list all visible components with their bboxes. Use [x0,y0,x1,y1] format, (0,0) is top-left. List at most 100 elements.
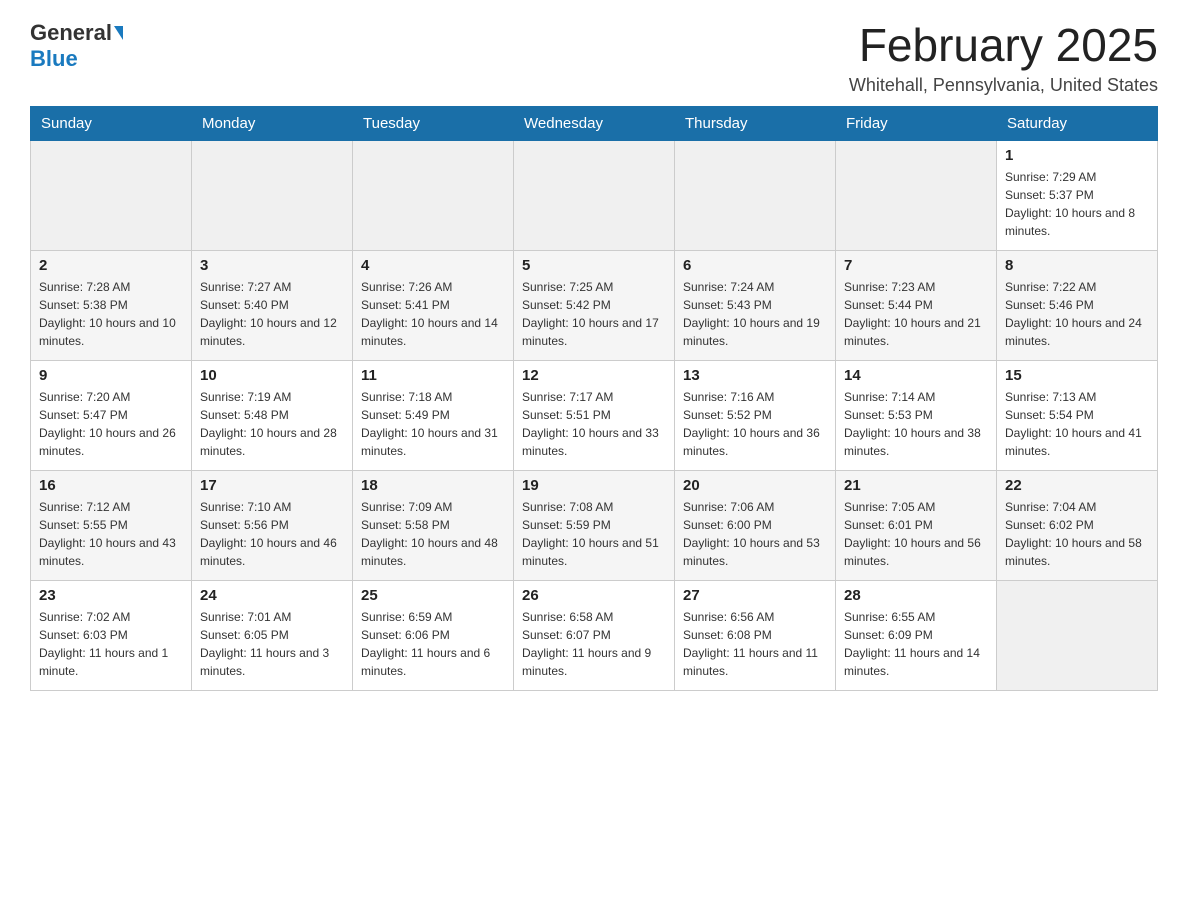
sunset-text: Sunset: 5:54 PM [1005,406,1149,424]
day-info: Sunrise: 7:13 AMSunset: 5:54 PMDaylight:… [1005,388,1149,460]
sunset-text: Sunset: 6:01 PM [844,516,988,534]
day-info: Sunrise: 7:26 AMSunset: 5:41 PMDaylight:… [361,278,505,350]
sunrise-text: Sunrise: 6:55 AM [844,608,988,626]
sunrise-text: Sunrise: 7:16 AM [683,388,827,406]
day-info: Sunrise: 6:56 AMSunset: 6:08 PMDaylight:… [683,608,827,680]
day-number: 1 [1005,147,1149,164]
day-info: Sunrise: 6:58 AMSunset: 6:07 PMDaylight:… [522,608,666,680]
day-number: 23 [39,587,183,604]
day-number: 2 [39,257,183,274]
calendar-cell: 24Sunrise: 7:01 AMSunset: 6:05 PMDayligh… [192,580,353,690]
sunrise-text: Sunrise: 7:08 AM [522,498,666,516]
calendar-cell: 1 Sunrise: 7:29 AMSunset: 5:37 PMDaylight… [997,140,1158,250]
day-number: 7 [844,257,988,274]
day-number: 16 [39,477,183,494]
day-number: 5 [522,257,666,274]
sunset-text: Sunset: 5:41 PM [361,296,505,314]
day-number: 6 [683,257,827,274]
location-title: Whitehall, Pennsylvania, United States [849,75,1158,96]
sunset-text: Sunset: 6:03 PM [39,626,183,644]
calendar-cell [31,140,192,250]
calendar-cell: 28Sunrise: 6:55 AMSunset: 6:09 PMDayligh… [836,580,997,690]
sunrise-text: Sunrise: 7:29 AM [1005,168,1149,186]
calendar-cell: 5 Sunrise: 7:25 AMSunset: 5:42 PMDaylight… [514,250,675,360]
day-info: Sunrise: 7:23 AMSunset: 5:44 PMDaylight:… [844,278,988,350]
sunrise-text: Sunrise: 7:28 AM [39,278,183,296]
sunset-text: Sunset: 5:51 PM [522,406,666,424]
sunrise-text: Sunrise: 6:58 AM [522,608,666,626]
calendar-week-row: 23 Sunrise: 7:02 AMSunset: 6:03 PMDayligh… [31,580,1158,690]
sunset-text: Sunset: 6:07 PM [522,626,666,644]
calendar-cell: 19 Sunrise: 7:08 AMSunset: 5:59 PMDayligh… [514,470,675,580]
day-info: Sunrise: 7:08 AMSunset: 5:59 PMDaylight:… [522,498,666,570]
daylight-text: Daylight: 10 hours and 12 minutes. [200,314,344,350]
calendar-body: 1 Sunrise: 7:29 AMSunset: 5:37 PMDaylight… [31,140,1158,690]
daylight-text: Daylight: 10 hours and 31 minutes. [361,424,505,460]
day-info: Sunrise: 7:29 AMSunset: 5:37 PMDaylight:… [1005,168,1149,240]
daylight-text: Daylight: 10 hours and 21 minutes. [844,314,988,350]
day-number: 25 [361,587,505,604]
day-number: 22 [1005,477,1149,494]
sunrise-text: Sunrise: 7:14 AM [844,388,988,406]
daylight-text: Daylight: 10 hours and 41 minutes. [1005,424,1149,460]
daylight-text: Daylight: 11 hours and 1 minute. [39,644,183,680]
daylight-text: Daylight: 10 hours and 58 minutes. [1005,534,1149,570]
day-of-week-header: Saturday [997,106,1158,140]
daylight-text: Daylight: 10 hours and 33 minutes. [522,424,666,460]
day-info: Sunrise: 7:10 AMSunset: 5:56 PMDaylight:… [200,498,344,570]
sunrise-text: Sunrise: 7:06 AM [683,498,827,516]
day-number: 9 [39,367,183,384]
sunrise-text: Sunrise: 7:05 AM [844,498,988,516]
day-info: Sunrise: 7:22 AMSunset: 5:46 PMDaylight:… [1005,278,1149,350]
logo-triangle-icon [114,26,123,40]
daylight-text: Daylight: 10 hours and 46 minutes. [200,534,344,570]
day-of-week-header: Sunday [31,106,192,140]
sunrise-text: Sunrise: 6:56 AM [683,608,827,626]
day-number: 8 [1005,257,1149,274]
day-info: Sunrise: 7:09 AMSunset: 5:58 PMDaylight:… [361,498,505,570]
day-info: Sunrise: 7:27 AMSunset: 5:40 PMDaylight:… [200,278,344,350]
calendar-cell [997,580,1158,690]
sunrise-text: Sunrise: 7:18 AM [361,388,505,406]
sunrise-text: Sunrise: 7:10 AM [200,498,344,516]
calendar-cell: 17Sunrise: 7:10 AMSunset: 5:56 PMDayligh… [192,470,353,580]
day-info: Sunrise: 7:02 AMSunset: 6:03 PMDaylight:… [39,608,183,680]
day-info: Sunrise: 7:01 AMSunset: 6:05 PMDaylight:… [200,608,344,680]
calendar-cell: 12Sunrise: 7:17 AMSunset: 5:51 PMDayligh… [514,360,675,470]
sunset-text: Sunset: 5:44 PM [844,296,988,314]
sunset-text: Sunset: 6:08 PM [683,626,827,644]
day-info: Sunrise: 6:59 AMSunset: 6:06 PMDaylight:… [361,608,505,680]
calendar-week-row: 2Sunrise: 7:28 AMSunset: 5:38 PMDaylight… [31,250,1158,360]
day-info: Sunrise: 7:05 AMSunset: 6:01 PMDaylight:… [844,498,988,570]
calendar-cell: 27Sunrise: 6:56 AMSunset: 6:08 PMDayligh… [675,580,836,690]
calendar-cell: 15 Sunrise: 7:13 AMSunset: 5:54 PMDayligh… [997,360,1158,470]
day-of-week-header: Friday [836,106,997,140]
sunset-text: Sunset: 5:55 PM [39,516,183,534]
day-info: Sunrise: 7:24 AMSunset: 5:43 PMDaylight:… [683,278,827,350]
sunrise-text: Sunrise: 7:19 AM [200,388,344,406]
day-number: 13 [683,367,827,384]
calendar-week-row: 16 Sunrise: 7:12 AMSunset: 5:55 PMDayligh… [31,470,1158,580]
calendar-week-row: 1 Sunrise: 7:29 AMSunset: 5:37 PMDaylight… [31,140,1158,250]
calendar-week-row: 9Sunrise: 7:20 AMSunset: 5:47 PMDaylight… [31,360,1158,470]
calendar-cell [675,140,836,250]
day-info: Sunrise: 7:25 AMSunset: 5:42 PMDaylight:… [522,278,666,350]
calendar-cell: 4Sunrise: 7:26 AMSunset: 5:41 PMDaylight… [353,250,514,360]
sunset-text: Sunset: 5:59 PM [522,516,666,534]
sunrise-text: Sunrise: 7:01 AM [200,608,344,626]
day-info: Sunrise: 7:18 AMSunset: 5:49 PMDaylight:… [361,388,505,460]
day-number: 15 [1005,367,1149,384]
calendar-cell: 18Sunrise: 7:09 AMSunset: 5:58 PMDayligh… [353,470,514,580]
daylight-text: Daylight: 10 hours and 56 minutes. [844,534,988,570]
calendar-cell: 20Sunrise: 7:06 AMSunset: 6:00 PMDayligh… [675,470,836,580]
sunrise-text: Sunrise: 7:13 AM [1005,388,1149,406]
calendar-cell: 25 Sunrise: 6:59 AMSunset: 6:06 PMDayligh… [353,580,514,690]
sunrise-text: Sunrise: 6:59 AM [361,608,505,626]
sunset-text: Sunset: 5:43 PM [683,296,827,314]
daylight-text: Daylight: 10 hours and 28 minutes. [200,424,344,460]
day-of-week-header: Tuesday [353,106,514,140]
day-info: Sunrise: 7:12 AMSunset: 5:55 PMDaylight:… [39,498,183,570]
sunrise-text: Sunrise: 7:27 AM [200,278,344,296]
day-number: 19 [522,477,666,494]
logo-blue-text: Blue [30,46,78,71]
